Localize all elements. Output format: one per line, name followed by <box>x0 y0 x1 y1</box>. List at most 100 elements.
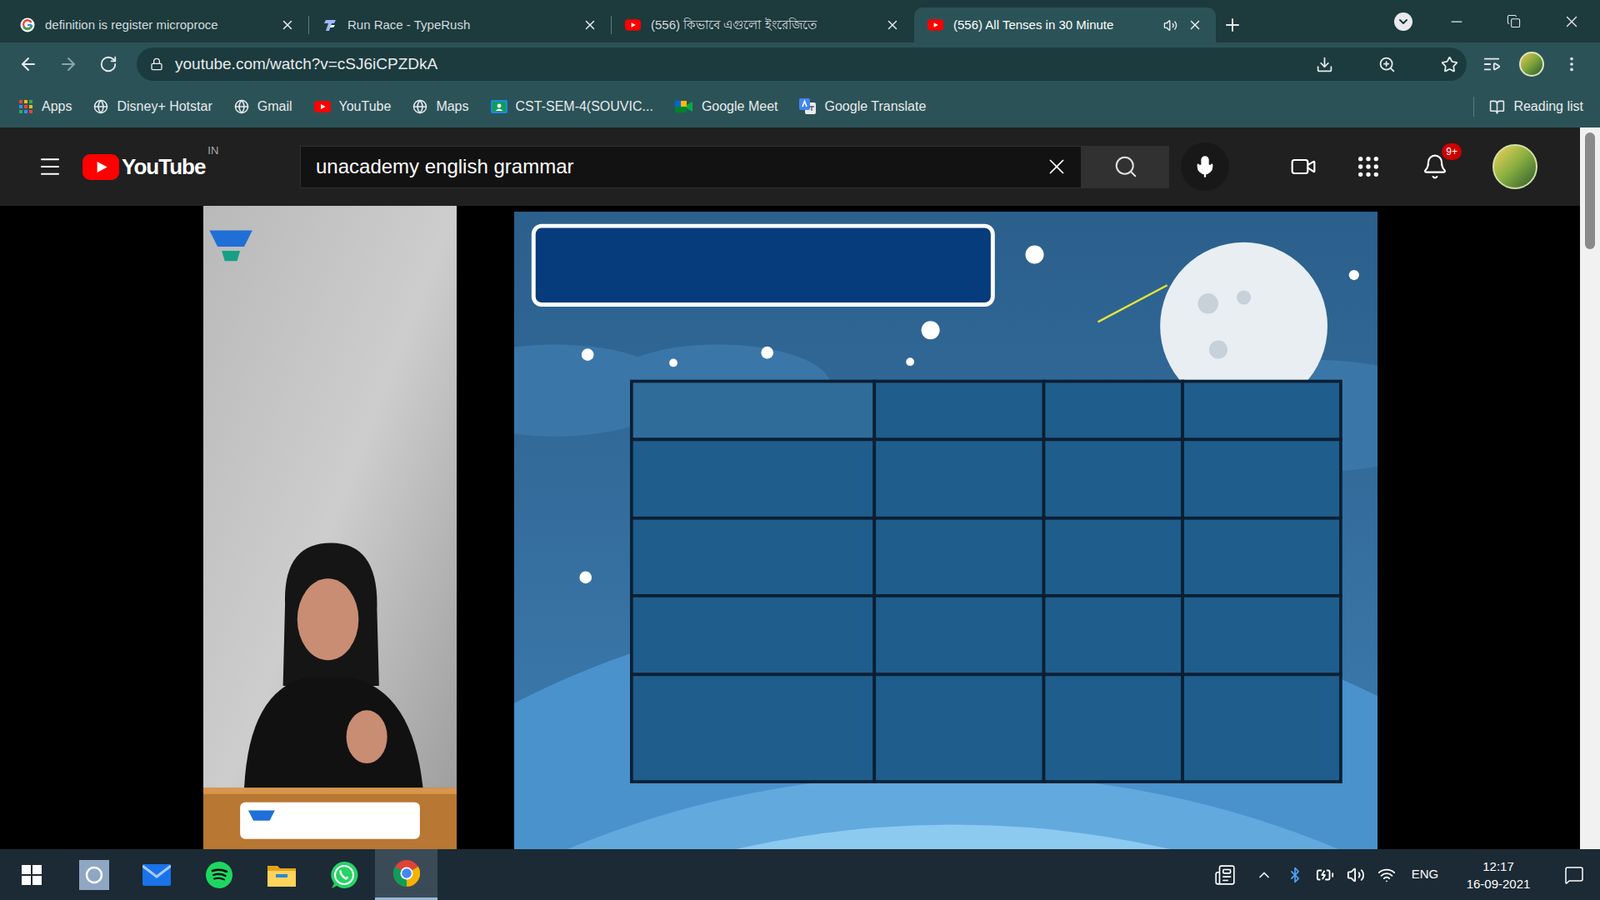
taskbar-app[interactable] <box>0 849 63 900</box>
youtube-logo-icon <box>82 154 120 180</box>
bookmark-star-icon[interactable] <box>1440 55 1459 74</box>
reading-list-button[interactable]: Reading list <box>1473 96 1584 117</box>
bookmark-item[interactable]: Apps <box>18 96 72 117</box>
volume-icon[interactable] <box>1346 865 1365 885</box>
browser-tab[interactable]: definition is register microproce <box>6 7 309 43</box>
globe-icon <box>234 99 250 115</box>
browser-toolbar: youtube.com/watch?v=cSJ6iCPZDkA <box>0 42 1600 86</box>
address-text: youtube.com/watch?v=cSJ6iCPZDkA <box>175 52 1305 77</box>
forward-button[interactable] <box>48 44 89 85</box>
language-indicator[interactable]: ENG <box>1401 849 1449 900</box>
zoom-icon[interactable] <box>1378 55 1396 74</box>
tab-separator <box>610 15 612 35</box>
tab-title: (556) All Tenses in 30 Minute <box>953 16 1154 34</box>
tab-search-button[interactable] <box>1394 12 1413 31</box>
clock-time: 12:17 <box>1482 857 1515 875</box>
lock-icon <box>150 57 164 71</box>
tab-title: Run Race - TypeRush <box>347 16 573 34</box>
news-icon <box>1214 864 1236 886</box>
restore-button[interactable] <box>1485 0 1543 43</box>
bookmark-label: Maps <box>435 96 469 117</box>
google-icon <box>20 17 35 33</box>
tab-title: definition is register microproce <box>45 16 270 34</box>
apps-button[interactable] <box>1343 141 1394 192</box>
bookmark-item[interactable]: CST-SEM-4(SOUVIC... <box>490 96 654 117</box>
taskbar-app[interactable] <box>125 849 188 900</box>
news-button[interactable] <box>1201 849 1249 900</box>
speaker-icon[interactable] <box>1163 18 1178 33</box>
notification-center[interactable] <box>1548 849 1600 900</box>
bluetooth-icon[interactable] <box>1286 866 1304 884</box>
install-icon[interactable] <box>1315 55 1334 74</box>
minimize-button[interactable] <box>1427 0 1485 43</box>
apps-grid-icon <box>18 99 34 115</box>
clear-search-icon[interactable] <box>1044 154 1070 180</box>
mic-icon <box>1193 155 1217 179</box>
bookmark-item[interactable]: Disney+ Hotstar <box>93 96 212 117</box>
menu-button[interactable] <box>1551 44 1592 85</box>
close-window-button[interactable] <box>1542 0 1600 43</box>
battery-icon[interactable] <box>1315 865 1335 885</box>
youtube-icon <box>927 19 944 31</box>
video-player[interactable] <box>0 205 1580 850</box>
profile-button[interactable] <box>1511 44 1552 85</box>
page-scrollbar[interactable] <box>1580 127 1600 850</box>
scrollbar-thumb[interactable] <box>1585 132 1595 250</box>
screen: definition is register microproce Run Rac… <box>0 0 1600 900</box>
notification-badge: 9+ <box>1441 143 1462 160</box>
taskbar-app[interactable] <box>187 849 250 900</box>
voice-search-button[interactable] <box>1180 142 1230 191</box>
globe-icon <box>93 99 109 115</box>
bookmark-label: Disney+ Hotstar <box>116 96 212 117</box>
search-button[interactable] <box>1081 145 1170 189</box>
apps-grid-icon <box>1355 153 1382 180</box>
taskbar-app[interactable] <box>312 849 375 900</box>
back-button[interactable] <box>8 44 49 85</box>
reload-button[interactable] <box>88 44 129 85</box>
browser-tab[interactable]: (556) All Tenses in 30 Minute <box>914 7 1216 43</box>
bookmark-item[interactable]: Maps <box>412 96 469 117</box>
media-queue-icon <box>1482 55 1501 74</box>
youtube-logo[interactable]: YouTubeIN <box>82 154 300 180</box>
youtube-icon <box>314 100 331 113</box>
close-icon <box>1562 12 1581 31</box>
bookmark-item[interactable]: Google Translate <box>799 96 926 117</box>
restore-icon <box>1506 14 1521 29</box>
close-tab-icon[interactable] <box>1187 17 1203 33</box>
typerush-icon <box>322 17 338 33</box>
new-tab-icon[interactable] <box>1222 15 1243 35</box>
search-query: unacademy english grammar <box>315 151 1045 182</box>
close-tab-icon[interactable] <box>280 17 295 33</box>
taskbar-app[interactable] <box>62 849 125 900</box>
reload-icon <box>99 55 118 74</box>
browser-tab[interactable]: (556) কিভাবে এগুলো ইংরেজিতে <box>611 7 914 43</box>
guide-button[interactable] <box>33 150 67 184</box>
account-button[interactable] <box>1492 144 1538 190</box>
tab-strip: definition is register microproce Run Rac… <box>0 0 1600 43</box>
forward-arrow-icon <box>58 54 79 75</box>
taskbar-app[interactable] <box>250 849 313 900</box>
create-button[interactable] <box>1278 141 1329 192</box>
search-box[interactable]: unacademy english grammar <box>300 145 1082 189</box>
profile-avatar <box>1519 51 1545 77</box>
bookmark-item[interactable]: YouTube <box>314 96 392 117</box>
close-tab-icon[interactable] <box>885 17 900 33</box>
omnibox[interactable]: youtube.com/watch?v=cSJ6iCPZDkA <box>136 47 1467 81</box>
browser-tab[interactable]: Run Race - TypeRush <box>309 7 611 43</box>
media-queue-button[interactable] <box>1471 44 1512 85</box>
tray-overflow[interactable] <box>1248 849 1280 900</box>
whatsapp-icon <box>330 860 359 890</box>
classroom-icon <box>490 99 508 115</box>
clock[interactable]: 12:1716-09-2021 <box>1448 857 1549 893</box>
hamburger-icon <box>37 154 63 180</box>
taskbar-app[interactable] <box>375 849 438 900</box>
system-tray: ENG12:1716-09-2021 <box>1201 849 1600 900</box>
lesson-slide <box>514 211 1378 850</box>
wifi-icon[interactable] <box>1377 865 1396 885</box>
youtube-page: YouTubeIN unacademy english grammar 9+ <box>0 127 1580 850</box>
bookmarks-bar: Apps Disney+ Hotstar Gmail YouTube Maps CST-S… <box>0 85 1600 128</box>
bookmark-item[interactable]: Google Meet <box>675 96 779 117</box>
bookmark-item[interactable]: Gmail <box>234 96 293 117</box>
notifications-button[interactable]: 9+ <box>1410 141 1460 192</box>
close-tab-icon[interactable] <box>582 17 598 33</box>
